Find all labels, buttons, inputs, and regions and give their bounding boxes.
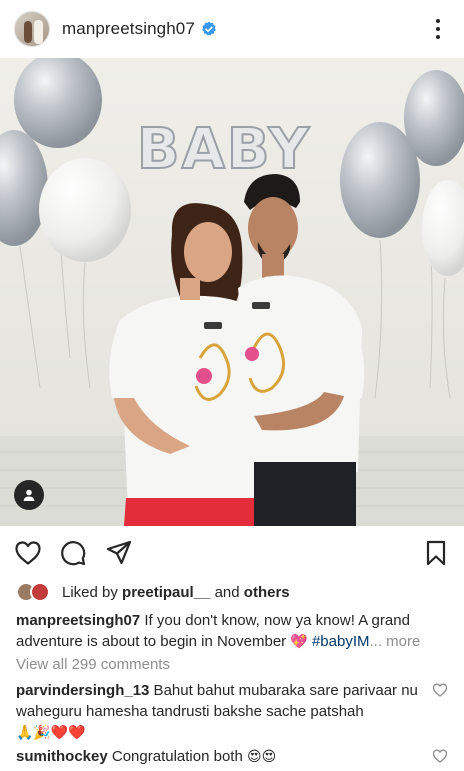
liker-avatar <box>30 582 50 602</box>
liker-username[interactable]: preetipaul__ <box>122 584 210 601</box>
post-actions-bar <box>0 530 464 576</box>
comment-like-heart-icon[interactable] <box>432 682 448 698</box>
share-icon[interactable] <box>104 538 134 568</box>
comment-item: sumithockey Congratulation both 😍😍 <box>16 746 428 768</box>
comment-like-heart-icon[interactable] <box>432 748 448 764</box>
comment-icon[interactable] <box>58 538 88 568</box>
heart-icon[interactable] <box>13 538 43 568</box>
comment-text: Congratulation both <box>107 748 247 765</box>
likes-summary[interactable]: Liked by preetipaul__ and others <box>16 580 290 604</box>
likes-prefix: Liked by <box>62 583 118 601</box>
post-caption: manpreetsingh07 If you don't know, now y… <box>16 610 452 653</box>
profile-avatar[interactable] <box>14 11 50 47</box>
liker-avatars <box>16 581 52 603</box>
caption-emoji: 💖 <box>290 634 308 650</box>
post-photo-illustration: BABY <box>0 58 464 526</box>
comment-emoji: 🙏🎉❤️❤️ <box>16 725 86 741</box>
caption-more-link[interactable]: ... more <box>369 633 420 650</box>
comment-emoji: 😍😍 <box>246 749 277 765</box>
verified-badge-icon <box>201 21 217 37</box>
likes-middle: and <box>210 583 244 601</box>
user-tag-icon[interactable] <box>14 480 44 510</box>
post-username[interactable]: manpreetsingh07 <box>62 19 195 39</box>
post-image[interactable]: BABY <box>0 58 464 526</box>
comment-username[interactable]: sumithockey <box>16 748 108 765</box>
likes-others[interactable]: others <box>244 584 290 601</box>
caption-hashtag[interactable]: #babyIM <box>308 633 370 650</box>
more-options-icon[interactable] <box>430 17 446 41</box>
post-header: manpreetsingh07 <box>0 0 464 58</box>
caption-username[interactable]: manpreetsingh07 <box>16 612 140 629</box>
comment-username[interactable]: parvindersingh_13 <box>16 682 149 699</box>
view-all-comments-link[interactable]: View all 299 comments <box>16 656 170 673</box>
baby-balloon-letters: BABY <box>137 117 311 182</box>
bookmark-icon[interactable] <box>421 538 451 568</box>
comment-item: parvindersingh_13 Bahut bahut mubaraka s… <box>16 680 428 744</box>
